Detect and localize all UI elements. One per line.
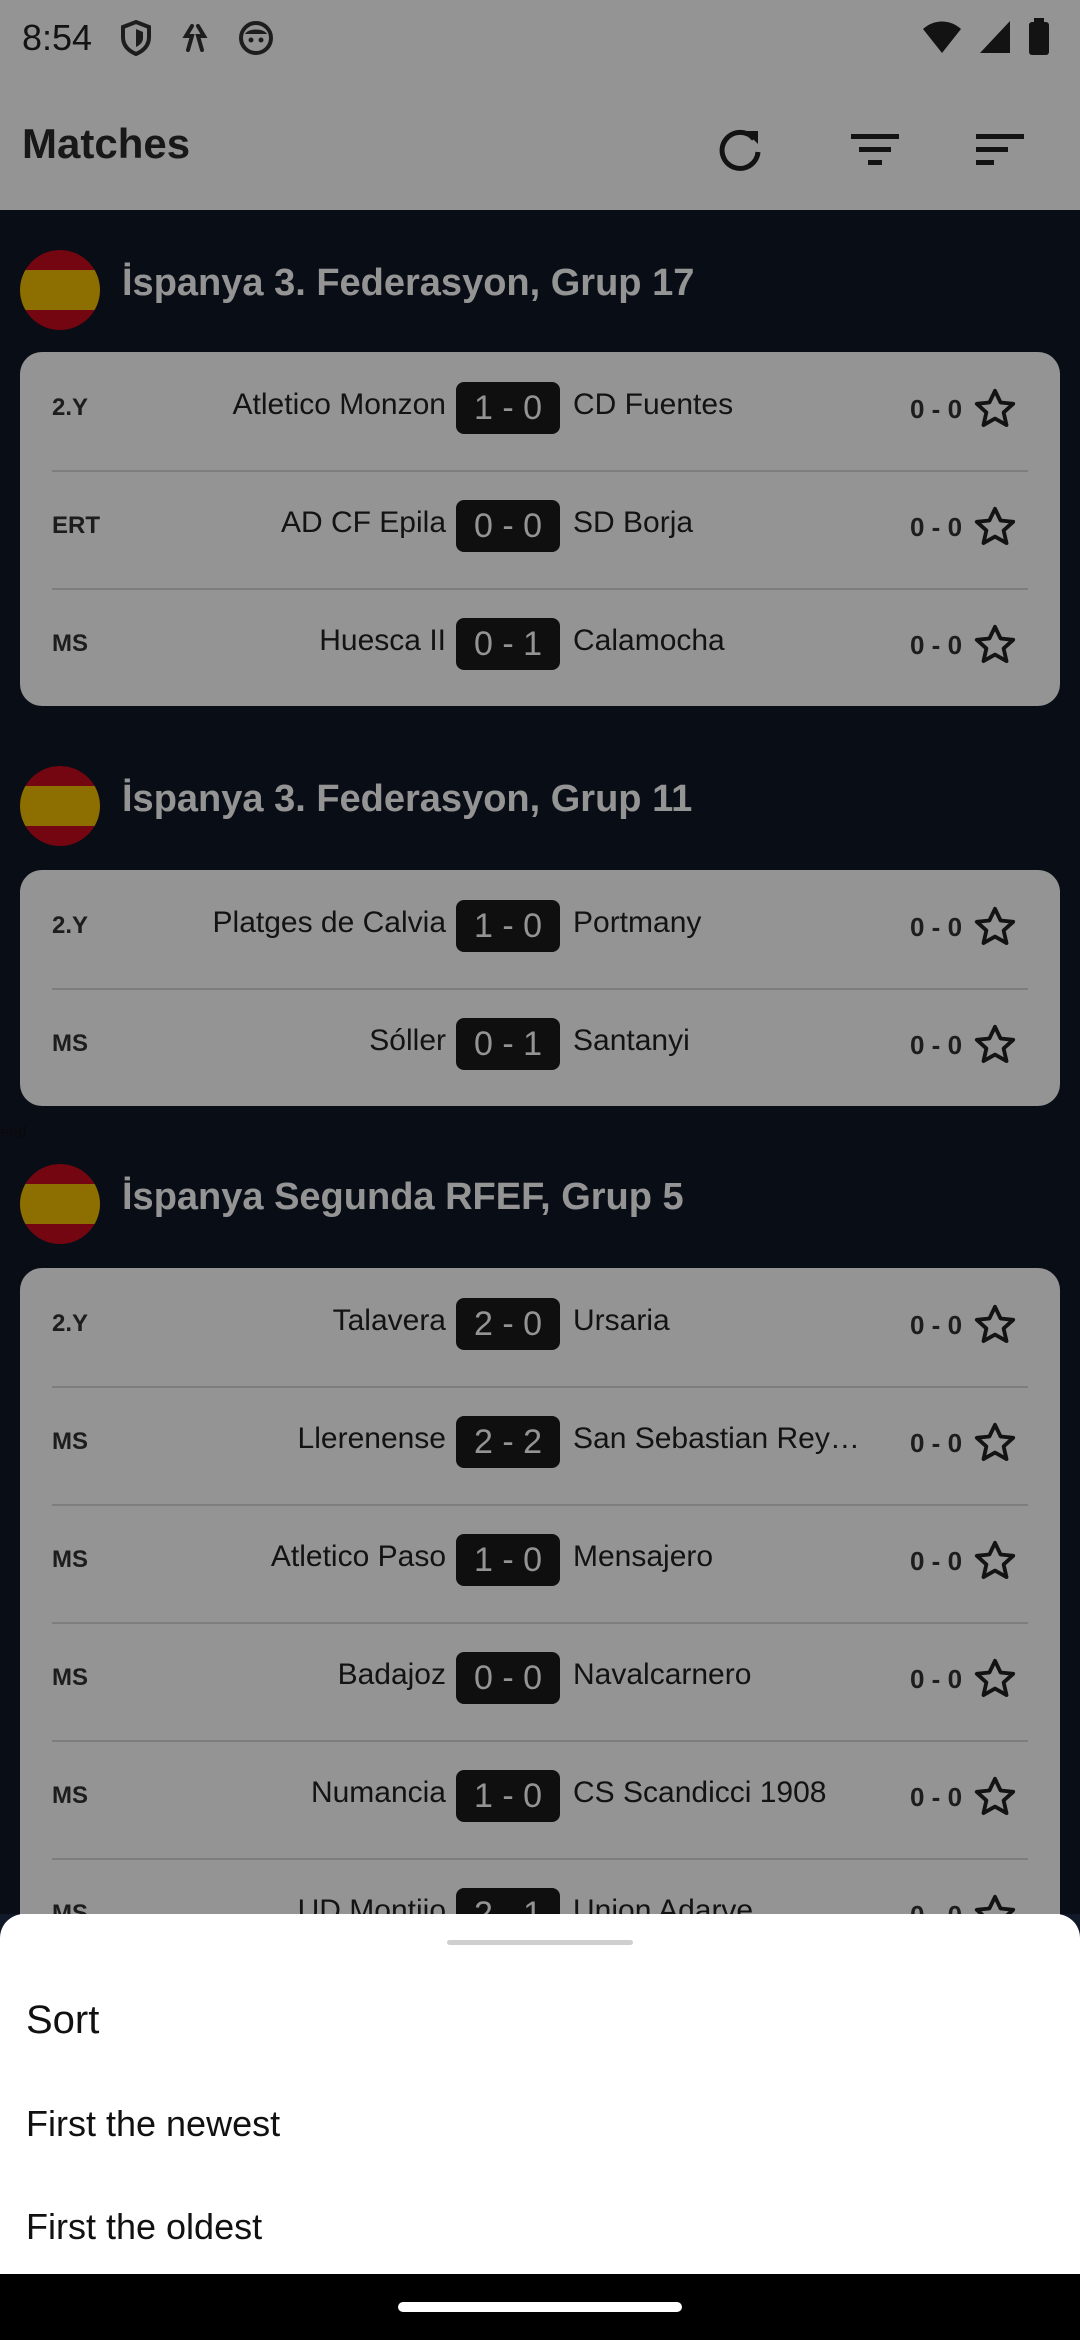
sort-option-oldest[interactable]: First the oldest bbox=[0, 2177, 1080, 2277]
home-indicator[interactable] bbox=[398, 2302, 682, 2312]
navigation-bar bbox=[0, 2274, 1080, 2340]
drag-handle[interactable] bbox=[447, 1940, 633, 1945]
modal-scrim[interactable] bbox=[0, 0, 1080, 1914]
sheet-title: Sort bbox=[26, 1998, 100, 2042]
sort-option-newest[interactable]: First the newest bbox=[0, 2074, 1080, 2174]
sort-bottom-sheet: Sort First the newest First the oldest bbox=[0, 1914, 1080, 2274]
